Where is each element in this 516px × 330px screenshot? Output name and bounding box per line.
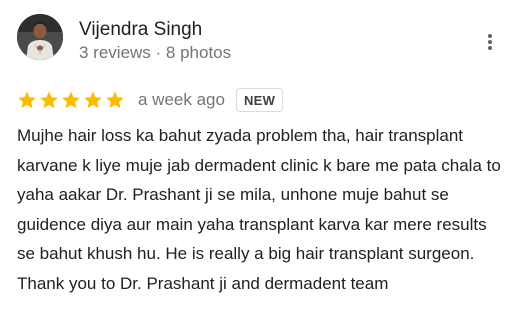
review-time: a week ago	[138, 90, 225, 109]
star-rating	[17, 90, 125, 110]
review-text: Mujhe hair loss ka bahut zyada problem t…	[17, 126, 501, 293]
reviewer-meta: 3 reviews · 8 photos	[79, 43, 232, 62]
review-card: Vijendra Singh 3 reviews · 8 photos a we…	[0, 0, 516, 330]
more-options-button[interactable]	[478, 30, 502, 54]
reviewer-name[interactable]: Vijendra Singh	[79, 18, 202, 42]
new-badge: NEW	[235, 88, 284, 112]
star-icon	[18, 91, 36, 109]
reviewer-avatar[interactable]	[17, 14, 63, 60]
avatar-photo-icon	[17, 14, 63, 60]
star-icon	[84, 91, 102, 109]
star-icon	[106, 91, 124, 109]
rating-row: a week ago NEW	[17, 86, 284, 114]
star-icon	[62, 91, 80, 109]
star-icon	[40, 91, 58, 109]
more-vert-icon	[488, 34, 492, 50]
